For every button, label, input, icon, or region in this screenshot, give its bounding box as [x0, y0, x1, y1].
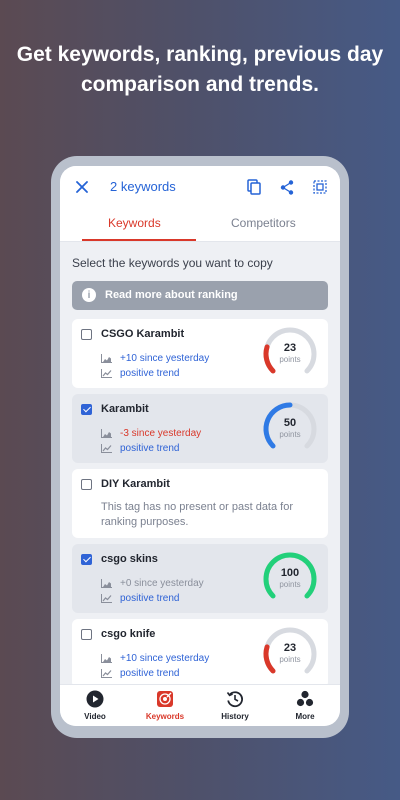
trend-chart-icon: [101, 669, 112, 678]
daily-change-text: +10 since yesterday: [120, 353, 210, 364]
trend-row: positive trend: [101, 593, 179, 604]
bar-chart-icon: [101, 429, 112, 438]
keyword-name: csgo skins: [101, 553, 158, 565]
ranking-info-banner[interactable]: i Read more about ranking: [72, 281, 328, 310]
daily-change-text: -3 since yesterday: [120, 428, 202, 439]
points-unit-label: points: [279, 655, 301, 664]
bar-chart-icon: [101, 579, 112, 588]
nav-more[interactable]: More: [270, 685, 340, 726]
nav-keywords[interactable]: Keywords: [130, 685, 200, 726]
trend-row: positive trend: [101, 368, 179, 379]
instruction-text: Select the keywords you want to copy: [72, 256, 273, 270]
ranking-gauge: 23 points: [262, 626, 318, 682]
close-icon[interactable]: [74, 179, 90, 195]
daily-change-text: +0 since yesterday: [120, 578, 204, 589]
more-icon: [296, 690, 314, 707]
trend-chart-icon: [101, 369, 112, 378]
target-icon: [157, 691, 173, 707]
ranking-points-value: 23: [283, 642, 297, 654]
keyword-checkbox-checked[interactable]: [81, 404, 92, 415]
points-unit-label: points: [279, 355, 301, 364]
daily-change-row: -3 since yesterday: [101, 428, 201, 439]
ranking-gauge: 23 points: [262, 326, 318, 382]
ranking-info-label: Read more about ranking: [105, 289, 238, 301]
copy-icon[interactable]: [246, 178, 262, 196]
no-data-message: This tag has no present or past data for…: [101, 501, 294, 528]
daily-change-row: +0 since yesterday: [101, 578, 204, 589]
active-tab-indicator: [82, 239, 196, 241]
ranking-gauge: 50 points: [262, 401, 318, 457]
app-screen: 2 keywords Keywords Competitors Select t…: [60, 166, 340, 726]
keyword-checkbox-checked[interactable]: [81, 554, 92, 565]
trend-text: positive trend: [120, 368, 180, 379]
trend-row: positive trend: [101, 668, 179, 679]
nav-label: More: [295, 712, 315, 721]
points-unit-label: points: [279, 430, 301, 439]
ranking-points-value: 100: [280, 567, 300, 579]
keyword-name: CSGO Karambit: [101, 328, 185, 340]
nav-video[interactable]: Video: [60, 685, 130, 726]
nav-label: Video: [84, 712, 106, 721]
select-all-icon[interactable]: [312, 178, 328, 196]
info-icon: i: [82, 288, 96, 302]
daily-change-row: +10 since yesterday: [101, 653, 209, 664]
keyword-checkbox[interactable]: [81, 329, 92, 340]
keyword-name: DIY Karambit: [101, 478, 170, 490]
share-icon[interactable]: [279, 178, 295, 196]
bar-chart-icon: [101, 354, 112, 363]
history-icon: [226, 691, 243, 708]
keyword-card[interactable]: Karambit -3 since yesterday positive tre…: [72, 394, 328, 463]
trend-chart-icon: [101, 594, 112, 603]
selection-count-title: 2 keywords: [110, 179, 176, 194]
ranking-points-value: 50: [283, 417, 297, 429]
nav-label: History: [221, 712, 249, 721]
trend-text: positive trend: [120, 443, 180, 454]
trend-text: positive trend: [120, 668, 180, 679]
ranking-points-value: 23: [283, 342, 297, 354]
keyword-name: Karambit: [101, 403, 149, 415]
bottom-navigation: Video Keywords History More: [60, 684, 340, 726]
keyword-name: csgo knife: [101, 628, 156, 640]
bar-chart-icon: [101, 654, 112, 663]
trend-text: positive trend: [120, 593, 180, 604]
top-app-bar: 2 keywords: [60, 166, 340, 208]
trend-row: positive trend: [101, 443, 179, 454]
tab-bar: Keywords Competitors: [60, 208, 340, 242]
ranking-gauge: 100 points: [262, 551, 318, 607]
keyword-card[interactable]: csgo knife +10 since yesterday positive …: [72, 619, 328, 688]
keyword-card[interactable]: DIY Karambit This tag has no present or …: [72, 469, 328, 538]
daily-change-row: +10 since yesterday: [101, 353, 209, 364]
play-icon: [86, 690, 104, 708]
points-unit-label: points: [279, 580, 301, 589]
keyword-card[interactable]: CSGO Karambit +10 since yesterday positi…: [72, 319, 328, 388]
phone-frame: 2 keywords Keywords Competitors Select t…: [51, 156, 349, 738]
nav-history[interactable]: History: [200, 685, 270, 726]
keyword-checkbox[interactable]: [81, 629, 92, 640]
keyword-card[interactable]: csgo skins +0 since yesterday positive t…: [72, 544, 328, 613]
daily-change-text: +10 since yesterday: [120, 653, 210, 664]
headline: Get keywords, ranking, previous day comp…: [16, 43, 384, 96]
nav-label: Keywords: [145, 712, 185, 721]
trend-chart-icon: [101, 444, 112, 453]
tab-keywords[interactable]: Keywords: [108, 216, 161, 230]
tab-competitors[interactable]: Competitors: [231, 216, 296, 230]
keyword-checkbox[interactable]: [81, 479, 92, 490]
